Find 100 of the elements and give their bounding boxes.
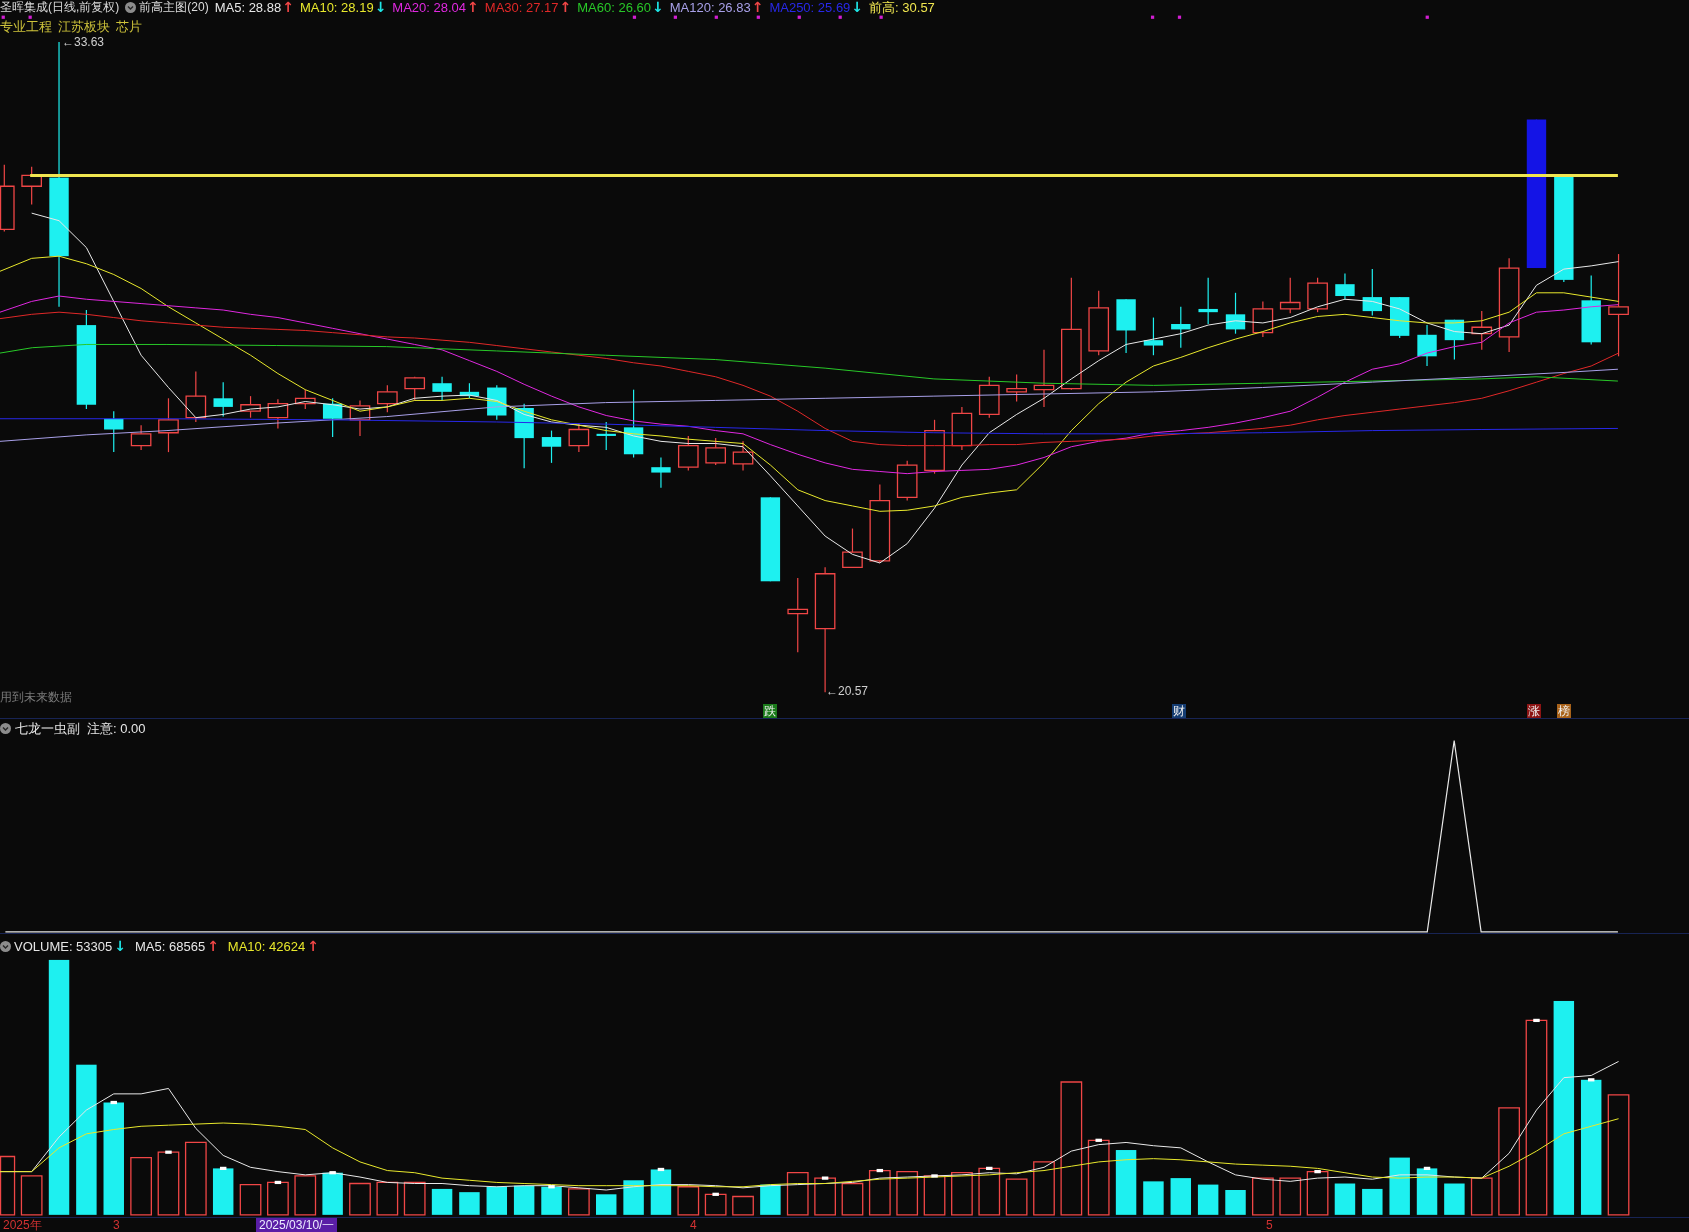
candle xyxy=(1390,296,1410,339)
volume-bar xyxy=(403,1181,426,1216)
volume-bar xyxy=(1470,1177,1493,1216)
trend-arrow: ↑ xyxy=(467,0,479,15)
candle xyxy=(1198,277,1218,325)
volume-bar xyxy=(760,1184,781,1215)
candle xyxy=(514,403,534,469)
trend-arrow: ↓ xyxy=(652,0,664,15)
candle xyxy=(842,527,863,568)
dash-marker-icon xyxy=(986,1166,993,1170)
candle xyxy=(1252,300,1274,338)
chevron-circle-icon[interactable] xyxy=(125,2,137,13)
trend-arrow: ↓ xyxy=(114,939,126,954)
volume-bar xyxy=(786,1172,809,1216)
candle xyxy=(1116,298,1136,354)
dash-marker-icon xyxy=(821,1176,829,1180)
candle xyxy=(1171,306,1191,349)
date-label: 2025/03/10/一 xyxy=(256,1218,338,1232)
volume-bar xyxy=(896,1171,919,1216)
volume-bar xyxy=(732,1195,754,1216)
volume-bar xyxy=(1334,1183,1356,1215)
candle xyxy=(130,424,152,451)
signal-marker-icon xyxy=(756,15,760,19)
candle xyxy=(1335,272,1355,300)
volume-bar xyxy=(951,1172,973,1216)
volume-bar xyxy=(459,1192,480,1215)
low-price-label: ←20.57 xyxy=(826,685,869,698)
candle xyxy=(377,384,398,413)
signal-marker-icon xyxy=(632,15,637,19)
dash-marker-icon xyxy=(931,1174,938,1178)
volume-bar xyxy=(650,1169,672,1215)
candle xyxy=(1444,319,1465,361)
candle xyxy=(924,419,945,475)
dash-marker-icon xyxy=(657,1167,665,1172)
dash-marker-icon xyxy=(165,1150,172,1154)
volume-bar xyxy=(841,1182,864,1216)
moving-average-label: MA250: 25.69 xyxy=(769,0,851,15)
volume-bar xyxy=(1033,1161,1055,1216)
candle xyxy=(240,395,261,419)
candle xyxy=(185,370,207,423)
candle xyxy=(651,456,671,489)
volume-bar xyxy=(677,1186,700,1216)
sector-tag: 芯片 xyxy=(116,20,142,34)
candle xyxy=(568,422,590,453)
candle xyxy=(1417,324,1437,367)
dash-marker-icon xyxy=(712,1192,719,1196)
candle xyxy=(1279,277,1301,314)
candle xyxy=(896,460,918,502)
event-tag: 跌 xyxy=(763,704,777,718)
volume-bar xyxy=(1362,1188,1383,1215)
volume-bar xyxy=(1225,1190,1246,1215)
signal-marker-icon xyxy=(1177,15,1182,19)
candle xyxy=(1088,290,1110,356)
signal-marker-icon xyxy=(714,15,718,19)
volume-bar xyxy=(1444,1183,1465,1215)
event-tag: 涨 xyxy=(1527,704,1541,718)
volume-bar xyxy=(868,1169,891,1216)
moving-average-label: MA30: 27.17 xyxy=(484,0,559,15)
trend-arrow: ↑ xyxy=(207,939,219,954)
candle xyxy=(1362,268,1382,316)
candle xyxy=(322,397,343,438)
candle xyxy=(404,376,426,402)
chevron-circle-icon[interactable] xyxy=(0,723,11,734)
candle xyxy=(0,164,15,233)
trend-arrow: ↓ xyxy=(851,0,864,15)
dash-marker-icon xyxy=(1095,1138,1102,1142)
volume-average-label: MA10: 42624 xyxy=(227,939,306,954)
volume-bar xyxy=(1197,1184,1219,1215)
volume-label: VOLUME: 53305 xyxy=(14,939,113,954)
candle xyxy=(104,410,124,453)
previous-high-label: 前高: 30.57 xyxy=(869,0,935,15)
candle xyxy=(1581,274,1601,346)
candle xyxy=(1225,292,1246,335)
signal-marker-icon xyxy=(1150,15,1155,19)
volume-bar xyxy=(486,1186,507,1215)
chart-title: 圣晖集成(日线,前复权) xyxy=(0,0,120,15)
dash-marker-icon xyxy=(876,1168,884,1173)
volume-bar xyxy=(814,1177,836,1216)
volume-bar xyxy=(212,1168,234,1215)
indicator-name: 前高主图(20) xyxy=(139,0,209,15)
candle xyxy=(1471,310,1493,351)
candle xyxy=(596,421,616,451)
candle xyxy=(213,381,233,418)
candle xyxy=(294,389,316,410)
volume-bar xyxy=(20,1175,43,1216)
candle xyxy=(1143,316,1164,356)
chevron-circle-icon[interactable] xyxy=(0,941,11,952)
volume-bar xyxy=(1170,1178,1192,1215)
trend-arrow: ↑ xyxy=(282,0,294,15)
candle xyxy=(432,376,452,402)
event-tag: 财 xyxy=(1172,704,1186,718)
sector-tag: 专业工程 xyxy=(0,20,52,34)
volume-bar xyxy=(1306,1171,1329,1216)
signal-marker-icon xyxy=(1425,15,1429,19)
moving-average-label: MA60: 26.60 xyxy=(577,0,651,15)
candle xyxy=(158,397,179,453)
dash-marker-icon xyxy=(1587,1078,1595,1082)
candle xyxy=(1006,374,1027,403)
volume-bar xyxy=(1389,1157,1410,1215)
candle xyxy=(732,440,754,471)
